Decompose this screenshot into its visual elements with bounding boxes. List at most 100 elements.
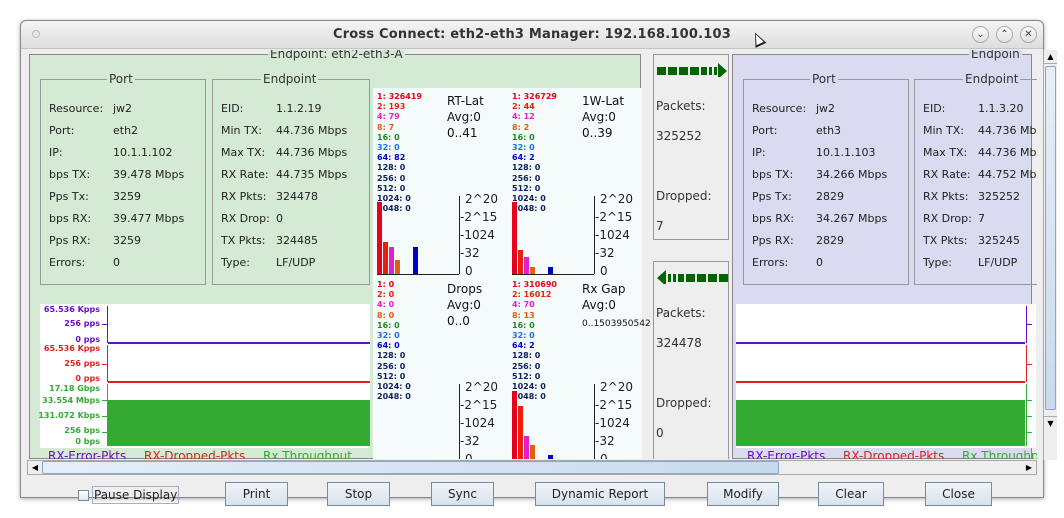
bucket-value: 0 <box>399 173 406 183</box>
histogram-bar <box>518 406 523 459</box>
histogram-bucket: 8: 2 <box>512 123 557 133</box>
tick-text: 32 <box>599 246 615 260</box>
histogram-tick-label: -32 <box>595 246 615 260</box>
title-bar[interactable]: Cross Connect: eth2-eth3 Manager: 192.16… <box>21 21 1043 49</box>
bucket-separator: : <box>528 163 535 173</box>
histogram-tick-label: -2^15 <box>595 210 632 224</box>
close-window-button[interactable]: ✕ <box>1020 26 1037 43</box>
histogram-bucket: 256: 0 <box>377 174 422 184</box>
endpoint-a-endpoint-group: Endpoint EID: 1.1.2.19 Min TX: 44.736 Mbps M… <box>212 72 370 285</box>
vertical-scrollbar[interactable]: ▲ ▼ <box>1043 50 1057 460</box>
info-row: bps TX: 39.478 Mbps <box>49 168 184 181</box>
info-value: 324485 <box>276 234 318 247</box>
a-to-b-packets-value: 325252 <box>656 129 702 143</box>
scroll-left-arrow-icon[interactable]: ◀ <box>29 461 41 474</box>
info-label: TX Pkts: <box>923 234 968 247</box>
endpoint-group-title: Endpoint <box>963 72 1021 86</box>
info-value: 325245 <box>978 234 1020 247</box>
scroll-down-arrow-icon[interactable]: ▼ <box>1044 416 1057 430</box>
bucket-value: 0 <box>399 371 406 381</box>
bucket-separator: : <box>528 173 535 183</box>
endpoint-b-panel: Endpoin Port Resource: jw2 Port: eth3 IP: 10.… <box>732 50 1037 459</box>
bucket-value: 0 <box>388 280 395 289</box>
legend-rx-dropped-pkts: RX-Dropped-Pkts <box>843 449 945 459</box>
close-button[interactable]: Close <box>925 482 992 506</box>
histogram-bar <box>524 436 529 459</box>
histogram-bucket: 4: 0 <box>377 300 411 310</box>
info-row: Resource: jw2 <box>49 102 132 115</box>
sync-button[interactable]: Sync <box>431 482 494 506</box>
histogram-plot <box>512 384 592 459</box>
error-axis-line <box>107 306 108 343</box>
info-label: Errors: <box>752 256 789 269</box>
histogram-tick-label: 0 <box>465 452 473 459</box>
clear-button[interactable]: Clear <box>818 482 884 506</box>
horizontal-scrollbar[interactable]: ◀ ▶ <box>27 460 1037 475</box>
bucket-separator: : <box>382 310 389 320</box>
tick-text: 2^15 <box>464 398 498 412</box>
bucket-key: 32 <box>512 143 524 153</box>
histogram-bar <box>512 202 517 274</box>
info-label: EID: <box>221 102 244 115</box>
a-to-b-packets-label: Packets: <box>656 99 706 113</box>
info-row: TX Pkts: 324485 <box>221 234 318 247</box>
info-value: 0 <box>113 256 120 269</box>
bucket-value: 0 <box>534 361 541 371</box>
pause-display-checkbox[interactable] <box>78 490 89 501</box>
endpoint-b-rx-graph <box>736 304 1036 448</box>
tick-text: 1024 <box>464 228 495 242</box>
pause-display-label[interactable]: Pause Display <box>92 486 180 504</box>
histogram-bucket: 16: 0 <box>512 133 557 143</box>
histogram-bucket: 32: 0 <box>512 143 557 153</box>
endpoint-a-panel: Endpoint: eth2-eth3-A Port Resource: jw2 P… <box>29 50 651 459</box>
horizontal-scroll-thumb[interactable] <box>42 461 779 474</box>
maximize-button[interactable]: ⌃ <box>996 26 1013 43</box>
info-label: EID: <box>923 102 946 115</box>
scroll-up-arrow-icon[interactable]: ▲ <box>1044 50 1057 64</box>
modify-button[interactable]: Modify <box>707 482 779 506</box>
b-to-a-packets-label: Packets: <box>656 306 706 320</box>
info-label: IP: <box>49 146 63 159</box>
transfer-a-to-b: Packets: 325252 Dropped: 7 <box>653 54 729 240</box>
minimize-button[interactable]: ⌄ <box>972 26 989 43</box>
bucket-key: 16 <box>377 320 389 330</box>
endpoint-b-title: Endpoin <box>969 50 1022 61</box>
histogram-bucket: 32: 0 <box>377 331 411 341</box>
info-value: 44.736 Mbps <box>978 124 1037 137</box>
graph-axis-label: 131.072 Kbps <box>38 411 100 420</box>
info-row: Pps RX: 2829 <box>752 234 844 247</box>
graph-axis-label: 65.536 Kpps <box>43 344 100 353</box>
info-label: Min TX: <box>923 124 964 137</box>
bucket-value: 0 <box>534 183 541 193</box>
bucket-value: 0 <box>529 132 535 142</box>
bucket-separator: : <box>382 102 389 112</box>
dynamic-report-button[interactable]: Dynamic Report <box>535 482 665 506</box>
info-value: jw2 <box>113 102 133 115</box>
print-button[interactable]: Print <box>225 482 288 506</box>
bucket-value: 13 <box>523 310 535 320</box>
endpoint-group-title: Endpoint <box>261 72 319 86</box>
axis-tick <box>102 416 107 417</box>
bucket-key: 16 <box>377 132 389 142</box>
histogram-bucket: 32: 0 <box>512 331 557 341</box>
vertical-scroll-thumb[interactable] <box>1045 66 1056 410</box>
histogram-bar <box>383 242 388 274</box>
bucket-separator: : <box>382 122 389 132</box>
port-group-title: Port <box>107 72 135 86</box>
stop-button[interactable]: Stop <box>327 482 390 506</box>
chevron-up-icon: ⌃ <box>1000 29 1009 40</box>
bucket-key: 256 <box>377 173 394 183</box>
info-label: TX Pkts: <box>221 234 266 247</box>
info-row: bps RX: 34.267 Mbps <box>752 212 887 225</box>
info-value: 34.266 Mbps <box>816 168 888 181</box>
info-value: 1.1.3.20 <box>978 102 1024 115</box>
scroll-right-arrow-icon[interactable]: ▶ <box>1023 461 1035 474</box>
bucket-value: 0 <box>394 143 400 153</box>
info-row: RX Drop: 0 <box>221 212 283 225</box>
a-to-b-dropped-value: 7 <box>656 219 664 233</box>
axis-tick <box>1027 416 1032 417</box>
histogram-tick-label: -1024 <box>460 416 495 430</box>
histogram-bucket: 1: 310690 <box>512 280 557 290</box>
bucket-value: 0 <box>388 300 395 310</box>
axis-tick <box>102 364 107 365</box>
